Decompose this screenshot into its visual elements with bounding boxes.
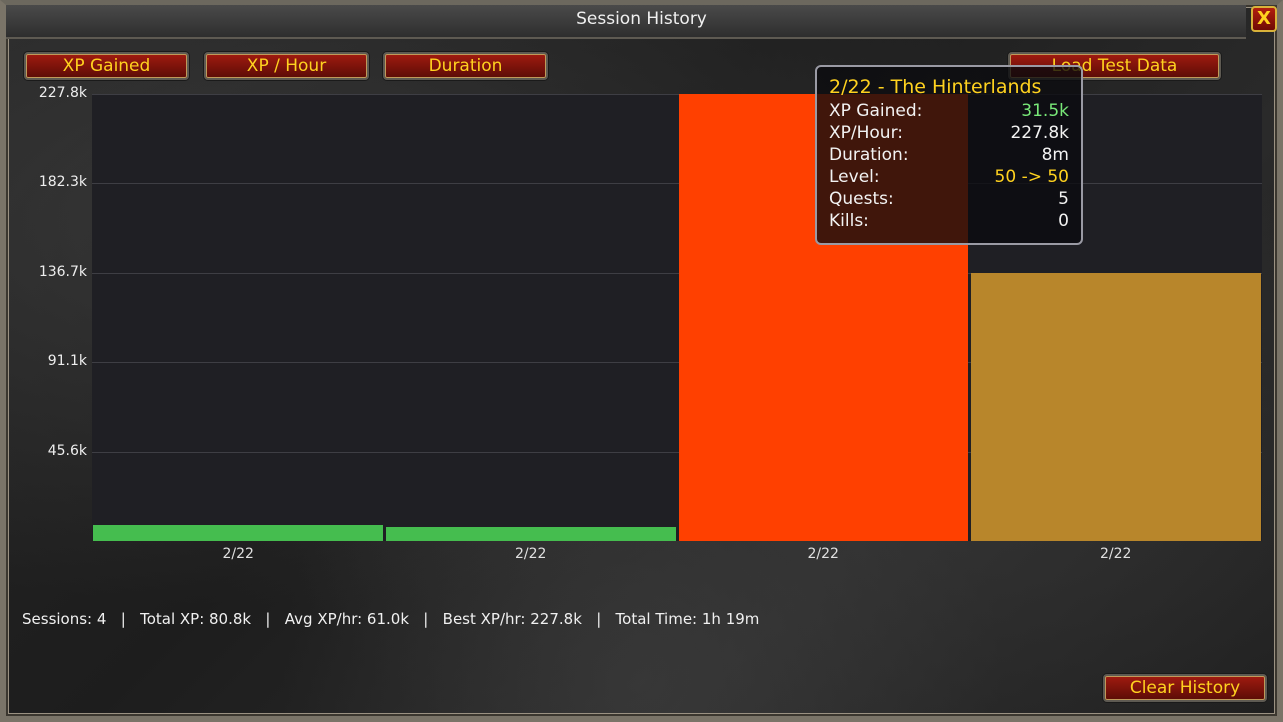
y-tick-label: 227.8k [38, 85, 87, 101]
x-tick-label: 2/22 [515, 546, 547, 562]
tooltip-row-value: 0 [1058, 211, 1069, 231]
duration-button[interactable]: Duration [383, 52, 548, 80]
chart-bar[interactable] [93, 524, 383, 541]
tooltip-title: 2/22 - The Hinterlands [829, 76, 1042, 98]
window-title: Session History [576, 9, 707, 29]
tooltip-row: Kills: 0 [829, 210, 1069, 232]
chart-bar[interactable] [386, 526, 676, 541]
gridline [92, 94, 1262, 95]
y-tick-label: 182.3k [38, 174, 87, 190]
tooltip-row-value: 31.5k [1021, 101, 1069, 121]
chart-bar[interactable] [971, 272, 1261, 541]
tooltip-row-value: 5 [1058, 189, 1069, 209]
tooltip-row: XP/Hour: 227.8k [829, 122, 1069, 144]
tooltip-row-label: XP Gained: [829, 101, 923, 121]
tooltip-row-label: XP/Hour: [829, 123, 904, 143]
x-tick-label: 2/22 [1100, 546, 1132, 562]
tooltip-row-value: 8m [1041, 145, 1069, 165]
tooltip-row: Duration: 8m [829, 144, 1069, 166]
session-tooltip: 2/22 - The Hinterlands XP Gained: 31.5k XP… [815, 65, 1083, 245]
tooltip-rows: XP Gained: 31.5k XP/Hour: 227.8k Duration: 8m… [829, 100, 1069, 232]
tooltip-row-label: Quests: [829, 189, 894, 209]
clear-history-button[interactable]: Clear History [1103, 674, 1267, 702]
tooltip-row-value: 227.8k [1010, 123, 1069, 143]
y-tick-label: 45.6k [47, 443, 87, 459]
y-tick-label: 91.1k [47, 353, 87, 369]
tooltip-row-label: Duration: [829, 145, 909, 165]
xp-per-hour-button[interactable]: XP / Hour [204, 52, 369, 80]
tooltip-row: Quests: 5 [829, 188, 1069, 210]
xp-gained-button[interactable]: XP Gained [24, 52, 189, 80]
gridline [92, 183, 1262, 184]
x-tick-label: 2/22 [222, 546, 254, 562]
tooltip-row-label: Level: [829, 167, 880, 187]
tooltip-row: XP Gained: 31.5k [829, 100, 1069, 122]
close-button[interactable]: X [1251, 6, 1277, 32]
session-stats: Sessions: 4 | Total XP: 80.8k | Avg XP/h… [22, 610, 760, 628]
y-tick-label: 136.7k [38, 264, 87, 280]
x-tick-label: 2/22 [807, 546, 839, 562]
tooltip-row-value: 50 -> 50 [994, 167, 1069, 187]
tooltip-row-label: Kills: [829, 211, 869, 231]
tooltip-row: Level: 50 -> 50 [829, 166, 1069, 188]
